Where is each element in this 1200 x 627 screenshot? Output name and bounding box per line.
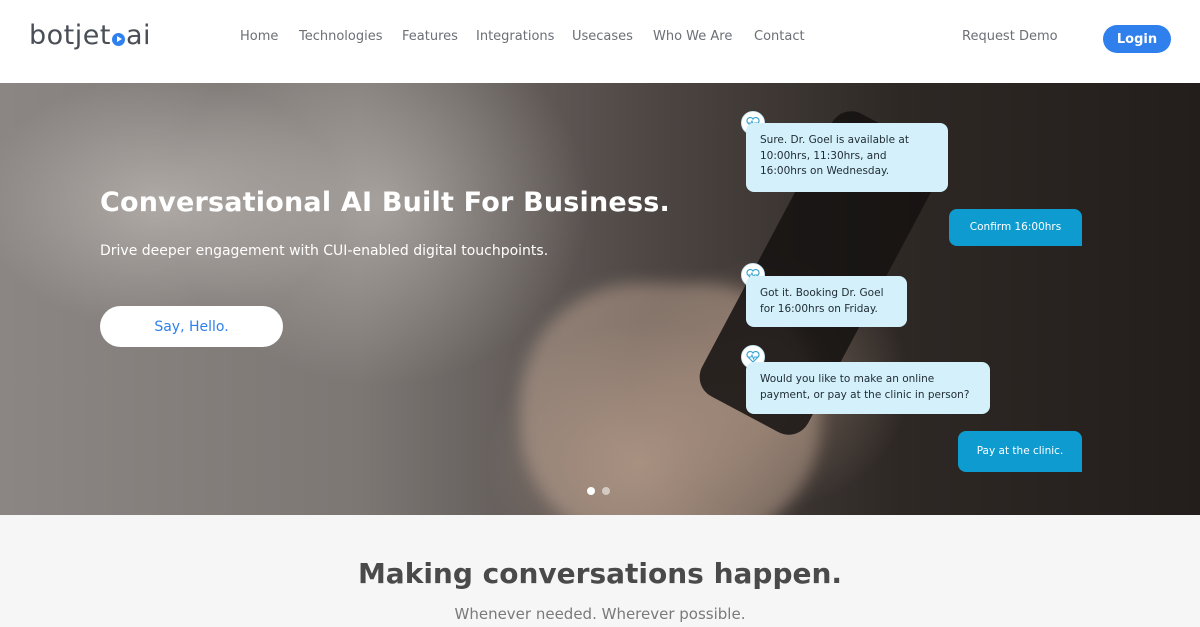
site-header: botjet ai Home Technologies Features Inte…: [0, 0, 1200, 83]
login-button[interactable]: Login: [1103, 25, 1171, 53]
carousel-dot-active[interactable]: [587, 487, 595, 495]
section-title: Making conversations happen.: [357, 557, 843, 590]
nav-contact[interactable]: Contact: [754, 29, 805, 44]
section-subtitle: Whenever needed. Wherever possible.: [454, 605, 746, 623]
chat-bubble-user: Confirm 16:00hrs: [949, 209, 1082, 246]
nav-integrations[interactable]: Integrations: [476, 29, 554, 44]
chat-bubble-bot: Sure. Dr. Goel is available at 10:00hrs,…: [746, 123, 948, 192]
nav-features[interactable]: Features: [402, 29, 458, 44]
nav-who-we-are[interactable]: Who We Are: [653, 29, 732, 44]
carousel-indicators: [587, 487, 610, 495]
hero-banner: Conversational AI Built For Business. Dr…: [0, 83, 1200, 515]
chat-bubble-bot: Got it. Booking Dr. Goel for 16:00hrs on…: [746, 276, 907, 327]
nav-technologies[interactable]: Technologies: [299, 29, 383, 44]
request-demo-link[interactable]: Request Demo: [962, 29, 1058, 44]
intro-section: Making conversations happen. Whenever ne…: [0, 515, 1200, 627]
chat-bubble-bot: Would you like to make an online payment…: [746, 362, 990, 414]
play-icon: [111, 33, 125, 46]
hero-title: Conversational AI Built For Business.: [100, 187, 670, 218]
botjet-logo[interactable]: botjet ai: [29, 20, 151, 56]
nav-home[interactable]: Home: [240, 29, 278, 44]
nav-usecases[interactable]: Usecases: [572, 29, 633, 44]
carousel-dot[interactable]: [602, 487, 610, 495]
say-hello-button[interactable]: Say, Hello.: [100, 306, 283, 347]
chat-bubble-user: Pay at the clinic.: [958, 431, 1082, 472]
hero-subtitle: Drive deeper engagement with CUI-enabled…: [100, 243, 549, 259]
